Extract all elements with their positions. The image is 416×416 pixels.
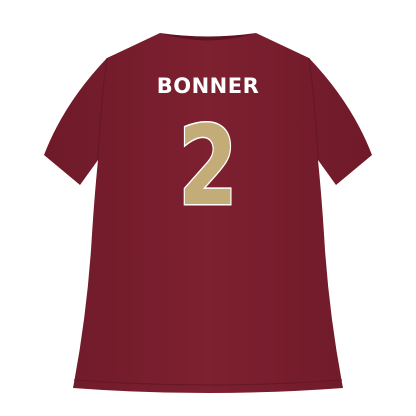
product-image: 2 BONNER (0, 0, 416, 416)
jersey-number: 2 (178, 103, 238, 231)
t-shirt-back: 2 (44, 33, 372, 393)
player-name: BONNER (156, 74, 260, 98)
